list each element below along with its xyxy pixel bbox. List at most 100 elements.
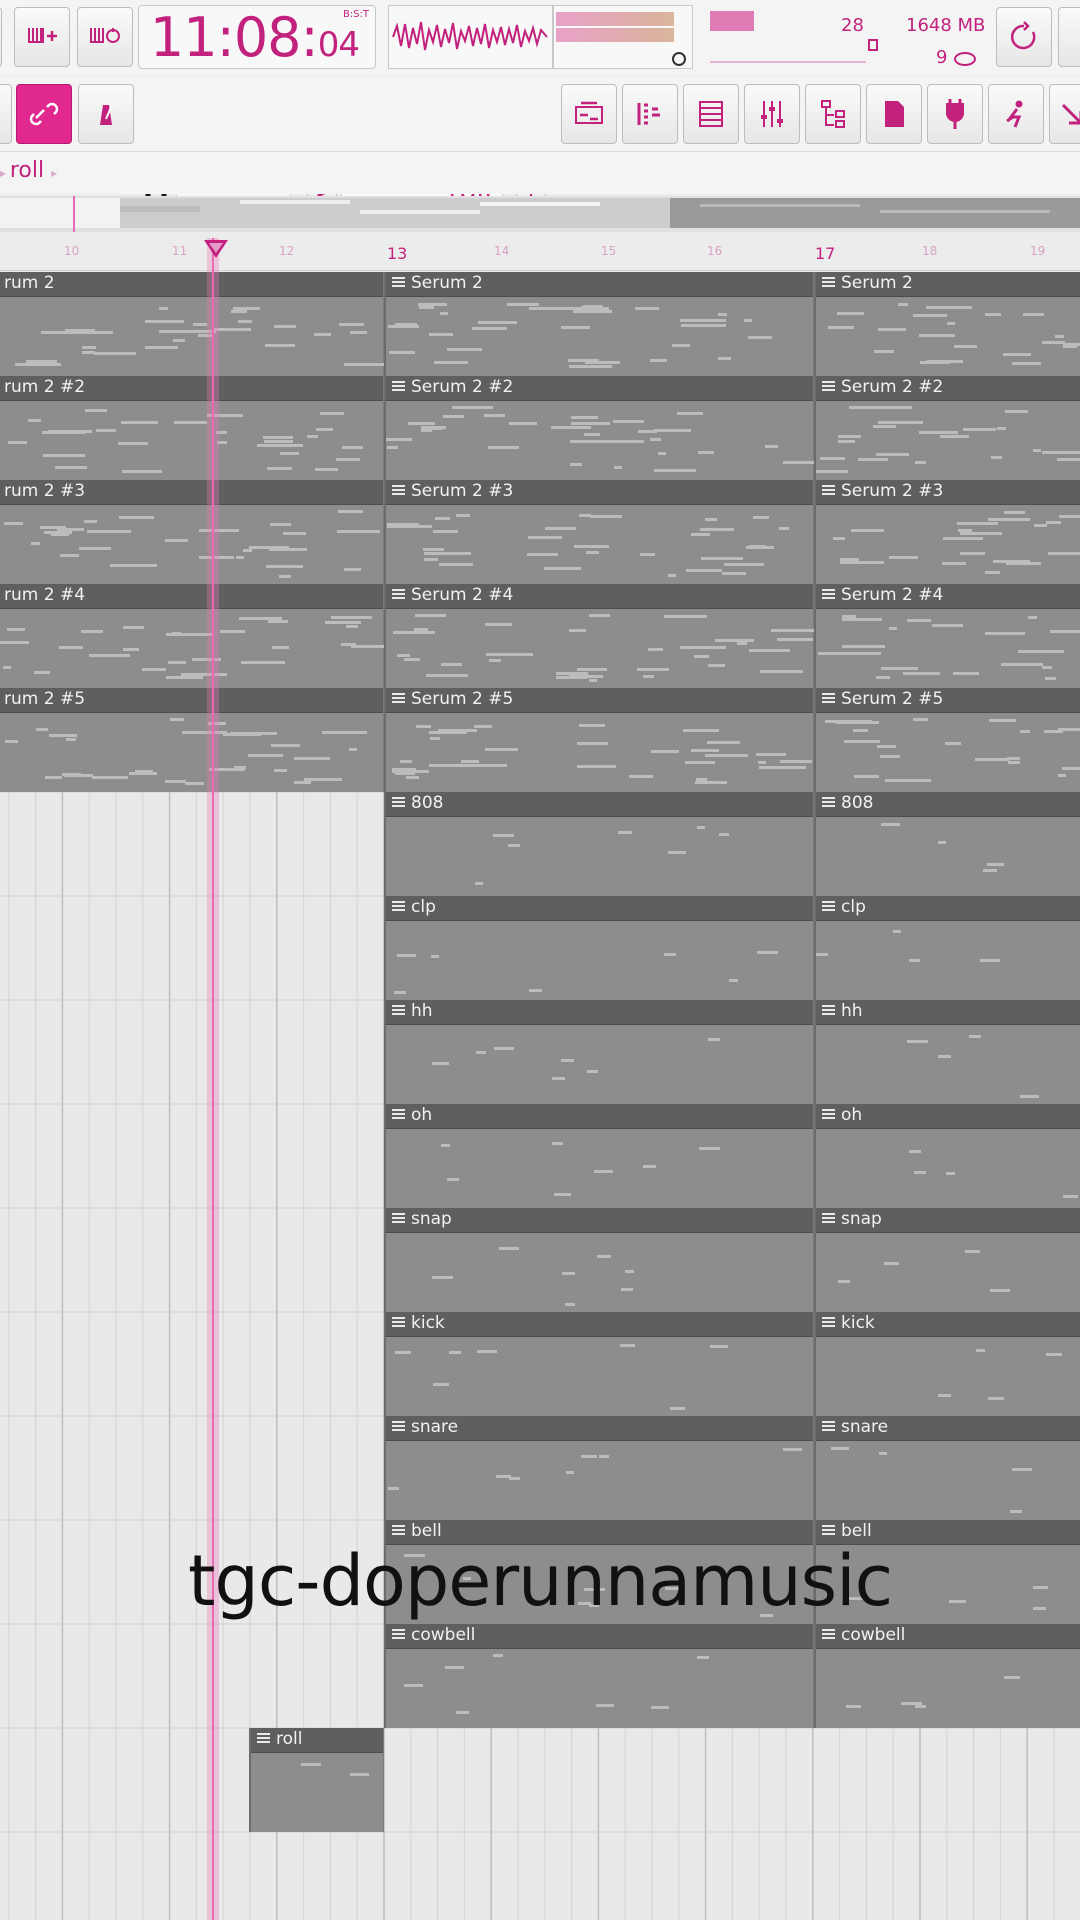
pattern-clip-roll[interactable]: roll bbox=[249, 1728, 384, 1832]
note bbox=[283, 532, 306, 535]
note bbox=[294, 781, 311, 784]
pattern-clip[interactable]: clp bbox=[384, 896, 814, 1000]
note bbox=[4, 522, 23, 525]
pattern-clip[interactable]: Serum 2 #2 bbox=[814, 376, 1080, 480]
note bbox=[574, 545, 609, 548]
metronome-icon[interactable] bbox=[78, 84, 134, 144]
pattern-clip[interactable]: snap bbox=[384, 1208, 814, 1312]
note bbox=[268, 620, 288, 623]
note bbox=[833, 537, 845, 540]
pattern-clip[interactable]: 808 bbox=[384, 792, 814, 896]
pattern-clip[interactable]: snare bbox=[384, 1416, 814, 1520]
pattern-clip[interactable]: rum 2 #5 bbox=[0, 688, 384, 792]
note bbox=[118, 442, 148, 445]
note bbox=[350, 331, 367, 334]
pattern-clip[interactable]: rum 2 #4 bbox=[0, 584, 398, 688]
note bbox=[658, 452, 666, 455]
note bbox=[926, 306, 972, 309]
clip-label: snap bbox=[841, 1209, 882, 1229]
note bbox=[831, 1447, 849, 1450]
pattern-clip[interactable]: Serum 2 #2 bbox=[384, 376, 821, 480]
pattern-clip[interactable]: Serum 2 #5 bbox=[384, 688, 814, 792]
pattern-clip[interactable]: rum 2 #2 bbox=[0, 376, 384, 480]
pattern-clip[interactable]: Serum 2 #3 bbox=[814, 480, 1080, 584]
clip-notes bbox=[816, 1648, 1080, 1728]
person-icon[interactable] bbox=[988, 84, 1044, 144]
plugin-icon[interactable] bbox=[927, 84, 983, 144]
note bbox=[344, 363, 386, 366]
master-volume-knob[interactable] bbox=[672, 52, 686, 66]
note bbox=[919, 431, 958, 434]
note bbox=[913, 314, 947, 317]
refresh-icon[interactable] bbox=[996, 7, 1052, 67]
note bbox=[168, 661, 186, 664]
pattern-clip[interactable]: oh bbox=[384, 1104, 814, 1208]
channel-rack-icon[interactable] bbox=[683, 84, 739, 144]
note bbox=[699, 1147, 720, 1150]
pattern-clip[interactable]: Serum 2 #4 bbox=[384, 584, 815, 688]
note bbox=[193, 323, 207, 326]
note bbox=[1046, 521, 1061, 524]
pattern-clip[interactable]: Serum 2 #3 bbox=[384, 480, 814, 584]
note bbox=[404, 1684, 423, 1687]
note bbox=[241, 661, 285, 664]
pattern-clip[interactable]: kick bbox=[814, 1312, 1080, 1416]
file-icon[interactable] bbox=[866, 84, 922, 144]
note bbox=[885, 779, 931, 782]
playhead-marker-icon[interactable] bbox=[202, 238, 230, 264]
playlist-icon[interactable] bbox=[561, 84, 617, 144]
pattern-clip[interactable]: clp bbox=[814, 896, 1080, 1000]
note bbox=[3, 666, 11, 669]
note bbox=[942, 562, 966, 565]
pattern-clip[interactable]: cowbell bbox=[384, 1624, 814, 1728]
edge-button-2[interactable] bbox=[0, 84, 12, 144]
note bbox=[36, 728, 48, 731]
clip-label: hh bbox=[841, 1001, 863, 1021]
note bbox=[60, 554, 79, 557]
note bbox=[1033, 449, 1041, 452]
mixer-icon[interactable] bbox=[744, 84, 800, 144]
timeline-ruler[interactable] bbox=[0, 234, 1080, 271]
pattern-clip[interactable]: Serum 2 #4 bbox=[814, 584, 1080, 688]
pattern-clip[interactable]: rum 2 #3 bbox=[0, 480, 384, 584]
pattern-clip[interactable]: 808 bbox=[814, 792, 1080, 896]
note bbox=[461, 760, 479, 763]
arrow-icon[interactable] bbox=[1049, 84, 1080, 144]
pattern-clip[interactable]: snap bbox=[814, 1208, 1080, 1312]
pattern-clip[interactable]: oh bbox=[814, 1104, 1080, 1208]
note bbox=[423, 548, 444, 551]
piano-plus-icon[interactable] bbox=[14, 7, 70, 67]
pattern-clip[interactable]: kick bbox=[384, 1312, 814, 1416]
link-icon[interactable] bbox=[16, 84, 72, 144]
note bbox=[909, 1150, 921, 1153]
browser-icon[interactable] bbox=[805, 84, 861, 144]
breadcrumb[interactable]: ▸ roll ▸ bbox=[0, 158, 57, 183]
meter-bar-right bbox=[556, 28, 674, 42]
playlist-overview[interactable] bbox=[0, 196, 1080, 232]
pattern-clip[interactable]: hh bbox=[814, 1000, 1080, 1104]
overflow-button[interactable] bbox=[1058, 7, 1080, 67]
pattern-clip[interactable]: rum 2 bbox=[0, 272, 386, 376]
note bbox=[456, 514, 470, 517]
clip-notes bbox=[386, 1648, 813, 1728]
note bbox=[484, 414, 505, 417]
note bbox=[844, 740, 880, 743]
pattern-clip[interactable]: snare bbox=[814, 1416, 1080, 1520]
note bbox=[579, 514, 591, 517]
pattern-clip[interactable]: Serum 2 bbox=[814, 272, 1080, 376]
pattern-clip[interactable]: Serum 2 bbox=[384, 272, 814, 376]
note bbox=[48, 430, 92, 433]
note bbox=[878, 328, 906, 331]
pattern-clip[interactable]: Serum 2 #5 bbox=[814, 688, 1080, 792]
pattern-clip[interactable]: hh bbox=[384, 1000, 814, 1104]
song-position-clock[interactable]: 11:08:04 B:S:T bbox=[138, 5, 376, 69]
pattern-clip[interactable]: cowbell bbox=[814, 1624, 1080, 1728]
piano-roll-icon[interactable] bbox=[622, 84, 678, 144]
clip-notes bbox=[386, 1232, 813, 1312]
note bbox=[414, 628, 428, 631]
wave-loop-icon[interactable] bbox=[77, 7, 133, 67]
note bbox=[432, 1062, 449, 1065]
edge-button[interactable] bbox=[0, 7, 2, 67]
clip-label: kick bbox=[411, 1313, 445, 1333]
playlist-grid[interactable]: rum 2 Serum 2 Serum 2 rum 2 #2 Serum 2 #… bbox=[0, 272, 1080, 1920]
